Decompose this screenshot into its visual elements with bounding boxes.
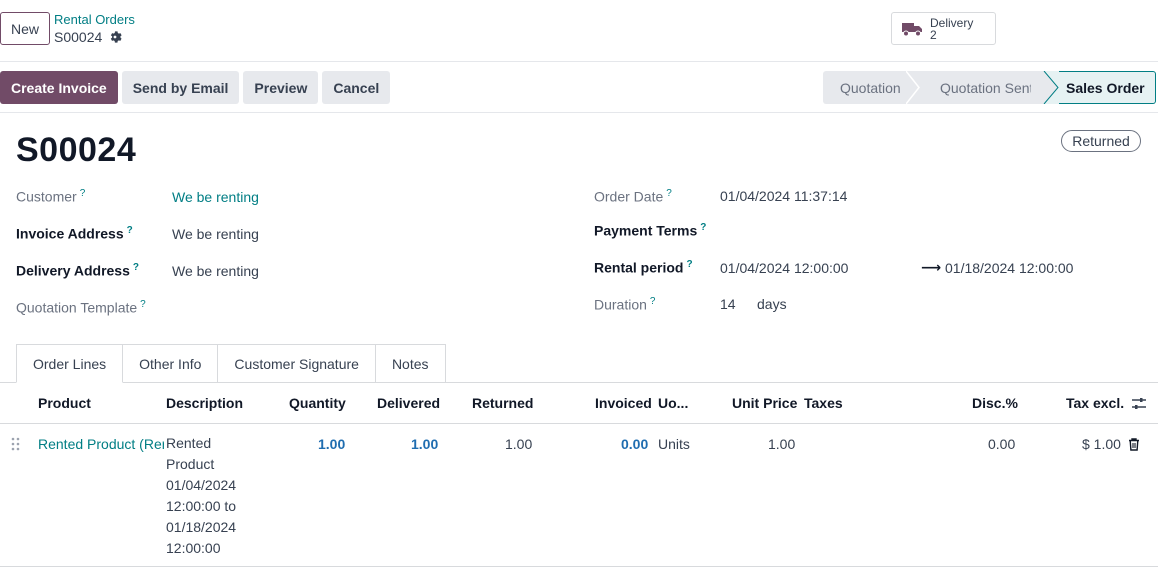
order-date-field[interactable]: 01/04/2024 11:37:14 bbox=[720, 188, 847, 204]
preview-button[interactable]: Preview bbox=[243, 71, 319, 104]
col-unit-price[interactable]: Unit Price bbox=[732, 395, 797, 411]
col-invoiced[interactable]: Invoiced bbox=[595, 395, 652, 411]
payment-terms-label: Payment Terms? bbox=[594, 222, 706, 239]
breadcrumb-rental-orders[interactable]: Rental Orders bbox=[54, 12, 135, 27]
order-date-label-text: Order Date bbox=[594, 188, 664, 205]
invoice-address-field[interactable]: We be renting bbox=[172, 226, 259, 242]
notebook-tabs: Order Lines Other Info Customer Signatur… bbox=[16, 344, 446, 383]
rental-period-label: Rental period? bbox=[594, 259, 693, 276]
customer-field[interactable]: We be renting bbox=[172, 189, 259, 205]
status-separator bbox=[906, 71, 920, 104]
status-step-quotation-sent[interactable]: Quotation Sent bbox=[920, 71, 1044, 104]
help-icon[interactable]: ? bbox=[686, 259, 692, 270]
col-discount[interactable]: Disc.% bbox=[972, 395, 1018, 411]
form-sheet: S00024 Returned Customer? We be renting … bbox=[0, 112, 1158, 568]
trash-icon[interactable] bbox=[1128, 438, 1140, 454]
action-buttons: Create Invoice Send by Email Preview Can… bbox=[0, 71, 391, 104]
help-icon[interactable]: ? bbox=[133, 262, 139, 273]
duration-field[interactable]: 14 bbox=[720, 296, 736, 312]
customer-label-text: Customer bbox=[16, 188, 77, 205]
control-panel: New Rental Orders S00024 Delivery 2 bbox=[0, 0, 1158, 62]
drag-handle-icon[interactable] bbox=[11, 437, 21, 454]
delivery-label: Delivery bbox=[930, 15, 974, 30]
delivery-smart-text: Delivery 2 bbox=[930, 17, 973, 41]
status-bar: Quotation Quotation Sent Sales Order bbox=[823, 71, 1156, 104]
column-settings-icon[interactable] bbox=[1131, 396, 1147, 415]
row-divider bbox=[0, 566, 1158, 567]
cell-product[interactable]: Rented Product (Rer bbox=[38, 436, 164, 452]
tab-other-info[interactable]: Other Info bbox=[123, 344, 219, 383]
create-invoice-button[interactable]: Create Invoice bbox=[0, 71, 118, 104]
tab-order-lines[interactable]: Order Lines bbox=[16, 344, 124, 383]
delivery-address-label-text: Delivery Address bbox=[16, 262, 130, 279]
status-badge: Returned bbox=[1061, 130, 1141, 152]
tab-customer-signature[interactable]: Customer Signature bbox=[218, 344, 376, 383]
cancel-button[interactable]: Cancel bbox=[322, 71, 391, 104]
tab-notes[interactable]: Notes bbox=[375, 344, 446, 383]
cell-discount[interactable]: 0.00 bbox=[988, 436, 1015, 452]
delivery-count: 2 bbox=[930, 27, 937, 42]
status-step-sales-order[interactable]: Sales Order bbox=[1044, 71, 1156, 104]
help-icon[interactable]: ? bbox=[666, 188, 672, 199]
truck-icon bbox=[902, 21, 924, 37]
order-date-label: Order Date? bbox=[594, 188, 672, 205]
cell-uom[interactable]: Units bbox=[658, 436, 690, 452]
help-icon[interactable]: ? bbox=[127, 225, 133, 236]
rental-end-field[interactable]: 01/18/2024 12:00:00 bbox=[945, 260, 1073, 276]
cell-description[interactable]: Rented Product 01/04/2024 12:00:00 to 01… bbox=[166, 433, 250, 559]
col-returned[interactable]: Returned bbox=[472, 395, 533, 411]
col-delivered[interactable]: Delivered bbox=[377, 395, 440, 411]
cell-unit-price[interactable]: 1.00 bbox=[768, 436, 795, 452]
cell-subtotal: $ 1.00 bbox=[1082, 436, 1121, 452]
col-description[interactable]: Description bbox=[166, 395, 243, 411]
gear-icon[interactable] bbox=[108, 30, 122, 44]
delivery-address-field[interactable]: We be renting bbox=[172, 263, 259, 279]
cell-returned[interactable]: 1.00 bbox=[505, 436, 532, 452]
breadcrumb-current: S00024 bbox=[54, 29, 122, 45]
rental-start-field[interactable]: 01/04/2024 12:00:00 bbox=[720, 260, 848, 276]
order-lines-header: Product Description Quantity Delivered R… bbox=[0, 383, 1158, 424]
help-icon[interactable]: ? bbox=[650, 296, 656, 307]
quotation-template-label-text: Quotation Template bbox=[16, 299, 138, 316]
help-icon[interactable]: ? bbox=[700, 222, 706, 233]
rental-period-label-text: Rental period bbox=[594, 259, 684, 276]
quotation-template-label: Quotation Template? bbox=[16, 299, 146, 316]
duration-unit: days bbox=[757, 296, 787, 312]
duration-label-text: Duration bbox=[594, 296, 647, 313]
col-uom[interactable]: Uo... bbox=[658, 395, 688, 411]
payment-terms-label-text: Payment Terms bbox=[594, 222, 698, 239]
col-quantity[interactable]: Quantity bbox=[289, 395, 346, 411]
cell-quantity[interactable]: 1.00 bbox=[318, 436, 345, 452]
new-button[interactable]: New bbox=[0, 12, 50, 45]
record-title: S00024 bbox=[16, 131, 137, 169]
arrow-right-icon: ⟶ bbox=[921, 259, 942, 275]
delivery-address-label: Delivery Address? bbox=[16, 262, 139, 279]
send-by-email-button[interactable]: Send by Email bbox=[121, 71, 240, 104]
col-tax-excl[interactable]: Tax excl. bbox=[1066, 395, 1124, 411]
help-icon[interactable]: ? bbox=[80, 188, 86, 199]
help-icon[interactable]: ? bbox=[140, 299, 146, 310]
cell-invoiced[interactable]: 0.00 bbox=[621, 436, 648, 452]
duration-label: Duration? bbox=[594, 296, 655, 313]
col-taxes[interactable]: Taxes bbox=[804, 395, 843, 411]
invoice-address-label: Invoice Address? bbox=[16, 225, 133, 242]
status-separator-active bbox=[1031, 71, 1059, 104]
breadcrumb-current-label: S00024 bbox=[54, 29, 103, 45]
cell-delivered[interactable]: 1.00 bbox=[411, 436, 438, 452]
col-product[interactable]: Product bbox=[38, 395, 91, 411]
delivery-smart-button[interactable]: Delivery 2 bbox=[891, 12, 996, 45]
customer-label: Customer? bbox=[16, 188, 85, 205]
invoice-address-label-text: Invoice Address bbox=[16, 225, 124, 242]
